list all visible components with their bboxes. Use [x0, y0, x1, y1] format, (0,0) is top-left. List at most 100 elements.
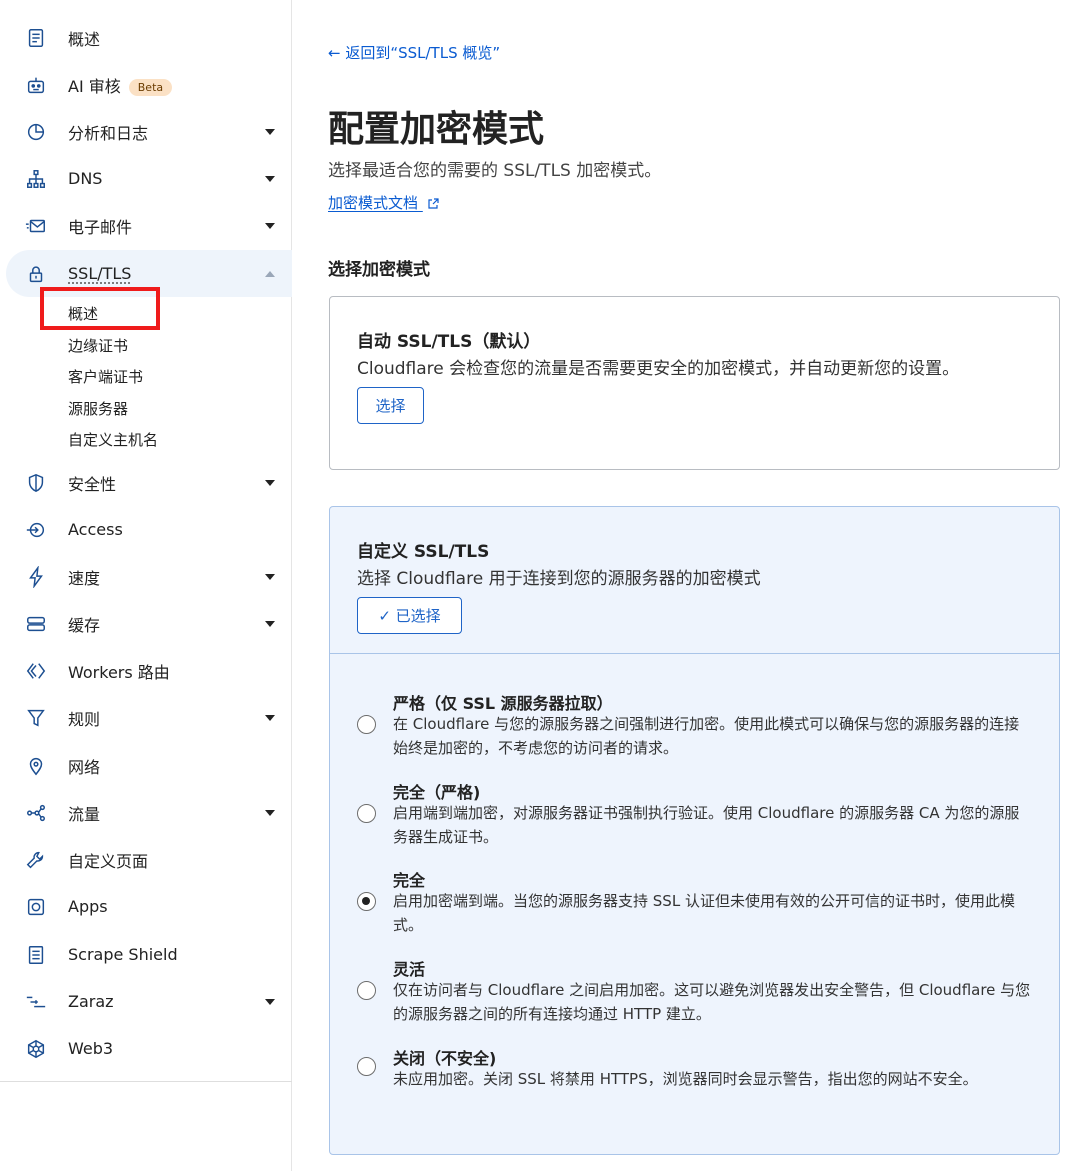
doc-link-label: 加密模式文档 [328, 194, 419, 212]
option-desc: 仅在访问者与 Cloudflare 之间启用加密。这可以避免浏览器发出安全警告，… [393, 981, 1031, 1023]
radio-button[interactable] [357, 804, 376, 823]
sidebar-item-analytics[interactable]: 分析和日志 [0, 108, 292, 155]
scrape-icon [24, 943, 48, 967]
option-title: 完全 [393, 871, 426, 890]
option-title: 完全（严格) [393, 783, 481, 802]
sidebar-item-cache[interactable]: 缓存 [0, 600, 292, 647]
section-heading: 选择加密模式 [328, 260, 430, 280]
custom-ssl-title: 自定义 SSL/TLS [357, 542, 490, 562]
option-desc: 未应用加密。关闭 SSL 将禁用 HTTPS，浏览器同时会显示警告，指出您的网站… [393, 1070, 978, 1088]
sidebar-item-email[interactable]: 电子邮件 [0, 202, 292, 249]
sidebar-item-label: 网络 [68, 757, 101, 777]
sidebar-item-label: DNS [68, 169, 103, 188]
chevron-down-icon[interactable] [265, 714, 275, 721]
access-icon [24, 518, 48, 542]
sidebar-subitem-client-certificates[interactable]: 客户端证书 [68, 366, 143, 387]
sidebar-item-zaraz[interactable]: Zaraz [0, 978, 292, 1025]
sidebar-item-dns[interactable]: DNS [0, 155, 292, 202]
sidebar-item-label: 分析和日志 [68, 123, 149, 143]
chevron-down-icon[interactable] [265, 128, 275, 135]
card-divider [330, 653, 1059, 654]
highlight-box-overview [40, 287, 160, 330]
email-icon [24, 214, 48, 238]
chevron-down-icon[interactable] [265, 620, 275, 627]
sidebar-item-label: AI 审核 [68, 76, 121, 96]
option-desc: 启用端到端加密，对源服务器证书强制执行验证。使用 Cloudflare 的源服务… [393, 804, 1020, 846]
back-link[interactable]: ← 返回到“SSL/TLS 概览” [328, 42, 500, 63]
sidebar-item-label: Workers 路由 [68, 662, 170, 682]
option-desc: 启用加密端到端。当您的源服务器支持 SSL 认证但未使用有效的公开可信的证书时，… [393, 892, 1015, 934]
sidebar-item-rules[interactable]: 规则 [0, 694, 292, 741]
sidebar-item-label: 缓存 [68, 615, 101, 635]
option-desc: 在 Cloudflare 与您的源服务器之间强制进行加密。使用此模式可以确保与您… [393, 715, 1020, 757]
lightning-icon [24, 565, 48, 589]
sidebar-item-label: Scrape Shield [68, 945, 178, 964]
sidebar-item-speed[interactable]: 速度 [0, 553, 292, 600]
location-pin-icon [24, 754, 48, 778]
chevron-up-icon[interactable] [265, 270, 275, 277]
auto-ssl-title: 自动 SSL/TLS（默认） [357, 332, 541, 352]
sidebar-subitem-custom-hostnames[interactable]: 自定义主机名 [68, 429, 158, 450]
shield-icon [24, 471, 48, 495]
page-title: 配置加密模式 [328, 109, 545, 150]
chevron-down-icon[interactable] [265, 222, 275, 229]
zaraz-icon [24, 990, 48, 1014]
wrench-icon [24, 848, 48, 872]
external-link-icon [428, 197, 439, 209]
sidebar-item-label: 自定义页面 [68, 851, 149, 871]
custom-ssl-card: 自定义 SSL/TLS 选择 Cloudflare 用于连接到您的源服务器的加密… [329, 506, 1060, 1155]
sidebar-item-overview[interactable]: 概述 [0, 14, 292, 61]
sidebar-item-label: 流量 [68, 804, 101, 824]
sidebar-item-scrape-shield[interactable]: Scrape Shield [0, 931, 292, 978]
radio-button[interactable] [357, 1057, 376, 1076]
sidebar-item-apps[interactable]: Apps [0, 883, 292, 930]
web3-icon [24, 1037, 48, 1061]
sidebar-item-label: Apps [68, 897, 108, 916]
sidebar-item-custom-pages[interactable]: 自定义页面 [0, 836, 292, 883]
option-title: 灵活 [393, 960, 426, 979]
workers-icon [24, 659, 48, 683]
page-subtitle: 选择最适合您的需要的 SSL/TLS 加密模式。 [328, 161, 662, 181]
sidebar: 概述 AI 审核 Beta 分析和日志 DNS 电子邮件 SSL/TLS 概述 … [0, 0, 292, 1171]
chevron-down-icon[interactable] [265, 573, 275, 580]
chevron-down-icon[interactable] [265, 479, 275, 486]
robot-icon [24, 73, 48, 97]
auto-ssl-card: 自动 SSL/TLS（默认） Cloudflare 会检查您的流量是否需要更安全… [329, 296, 1060, 470]
sidebar-item-ai-review[interactable]: AI 审核 Beta [0, 61, 292, 108]
selected-button[interactable]: ✓ 已选择 [357, 597, 462, 634]
storage-icon [24, 612, 48, 636]
sidebar-item-label: 概述 [68, 29, 101, 49]
sidebar-subitem-origin-server[interactable]: 源服务器 [68, 398, 128, 419]
chevron-down-icon[interactable] [265, 998, 275, 1005]
doc-link[interactable]: 加密模式文档 [328, 192, 439, 213]
select-button[interactable]: 选择 [357, 387, 424, 424]
sidebar-subitem-edge-certificates[interactable]: 边缘证书 [68, 335, 128, 356]
sidebar-item-traffic[interactable]: 流量 [0, 789, 292, 836]
radio-button[interactable] [357, 715, 376, 734]
sidebar-item-web3[interactable]: Web3 [0, 1025, 292, 1072]
option-title: 关闭（不安全) [393, 1049, 497, 1068]
sidebar-item-workers-routes[interactable]: Workers 路由 [0, 647, 292, 694]
sidebar-item-label: 电子邮件 [68, 217, 133, 237]
option-title: 严格（仅 SSL 源服务器拉取） [393, 694, 613, 713]
sidebar-item-network[interactable]: 网络 [0, 742, 292, 789]
radio-button-checked[interactable] [357, 892, 376, 911]
traffic-icon [24, 801, 48, 825]
radio-button[interactable] [357, 981, 376, 1000]
sidebar-item-label: 速度 [68, 568, 101, 588]
sidebar-item-label: Zaraz [68, 992, 114, 1011]
chevron-down-icon[interactable] [265, 175, 275, 182]
beta-badge: Beta [128, 78, 173, 96]
sidebar-item-security[interactable]: 安全性 [0, 459, 292, 506]
sidebar-item-label: 安全性 [68, 474, 117, 494]
funnel-icon [24, 706, 48, 730]
sidebar-divider [0, 1081, 292, 1082]
sidebar-item-label: SSL/TLS [68, 264, 132, 283]
apps-icon [24, 895, 48, 919]
auto-ssl-desc: Cloudflare 会检查您的流量是否需要更安全的加密模式，并自动更新您的设置… [357, 359, 960, 379]
network-icon [24, 167, 48, 191]
chevron-down-icon[interactable] [265, 809, 275, 816]
sidebar-item-access[interactable]: Access [0, 506, 292, 553]
custom-ssl-desc: 选择 Cloudflare 用于连接到您的源服务器的加密模式 [357, 569, 761, 589]
pie-chart-icon [24, 120, 48, 144]
